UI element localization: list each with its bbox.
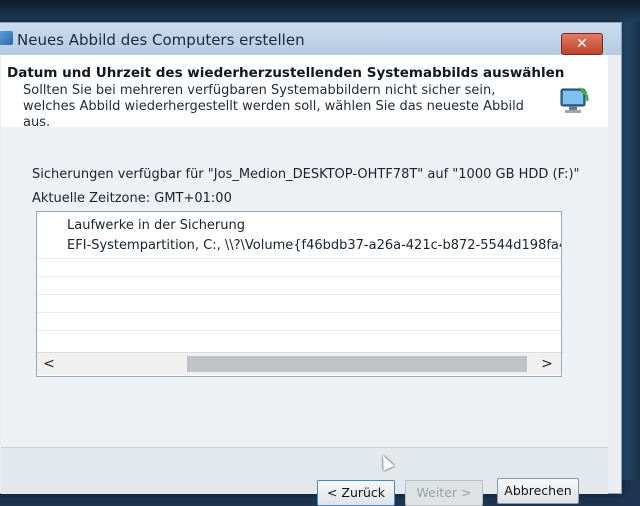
computer-restore-icon (560, 87, 589, 113)
scroll-right-icon[interactable]: > (539, 356, 555, 372)
scroll-thumb[interactable] (187, 356, 527, 372)
close-button[interactable]: ✕ (561, 33, 603, 55)
wizard-footer: < Zurück Weiter > Abbrechen (1, 447, 608, 506)
backup-list[interactable]: Laufwerke in der Sicherung EFI-Systempar… (36, 211, 562, 377)
wizard-header: Datum und Uhrzeit des wiederherzustellen… (1, 55, 608, 130)
grid-line (37, 294, 561, 295)
title-bar: Neues Abbild des Computers erstellen ✕ (0, 23, 621, 55)
list-item[interactable]: EFI-Systempartition, C:, \\?\Volume{f46b… (67, 238, 561, 253)
wizard-content: Sicherungen verfügbar für "Jos_Medion_DE… (1, 127, 608, 493)
next-button[interactable]: Weiter > (405, 480, 483, 506)
header-title: Datum und Uhrzeit des wiederherzustellen… (7, 65, 565, 81)
desktop-edge (620, 22, 640, 480)
back-button[interactable]: < Zurück (317, 480, 395, 506)
header-description: Sollten Sie bei mehreren verfügbaren Sys… (23, 83, 524, 130)
horizontal-scrollbar[interactable]: < > (37, 352, 561, 375)
dialog-window: Neues Abbild des Computers erstellen ✕ D… (0, 22, 622, 506)
timezone-text: Aktuelle Zeitzone: GMT+01:00 (32, 191, 232, 206)
grid-line (37, 258, 561, 259)
grid-line (37, 276, 561, 277)
grid-line (37, 312, 561, 313)
grid-line (37, 330, 561, 331)
app-icon (0, 31, 13, 45)
window-title: Neues Abbild des Computers erstellen (17, 31, 305, 49)
scroll-left-icon[interactable]: < (41, 356, 57, 372)
backups-available-text: Sicherungen verfügbar für "Jos_Medion_DE… (32, 167, 580, 182)
cancel-button[interactable]: Abbrechen (497, 478, 579, 504)
list-column-header: Laufwerke in der Sicherung (67, 218, 246, 233)
